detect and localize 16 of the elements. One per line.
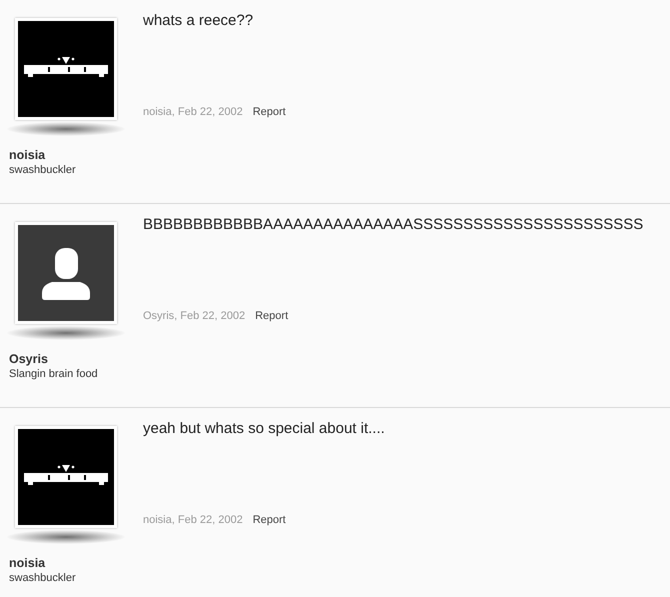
post-message: yeah but whats so special about it.... [143, 420, 385, 437]
user-title: Slangin brain food [9, 368, 99, 380]
user-title: swashbuckler [9, 164, 77, 176]
post-meta: noisia, Feb 22, 2002 [143, 106, 243, 118]
user-title: swashbuckler [9, 572, 77, 584]
username[interactable]: Osyris [9, 352, 143, 366]
post-meta: noisia, Feb 22, 2002 [143, 514, 243, 526]
username[interactable]: noisia [9, 556, 143, 570]
avatar-icon [15, 222, 117, 324]
report-link[interactable]: Report [252, 514, 286, 526]
username[interactable]: noisia [9, 148, 143, 162]
post-meta: Osyris, Feb 22, 2002 [143, 310, 246, 322]
report-link[interactable]: Report [252, 106, 286, 118]
post-message: whats a reece?? [143, 12, 254, 29]
post-message: BBBBBBBBBBBBAAAAAAAAAAAAAAASSSSSSSSSSSSSSSSSSSSSSS [143, 216, 644, 233]
report-link[interactable]: Report [255, 310, 288, 322]
